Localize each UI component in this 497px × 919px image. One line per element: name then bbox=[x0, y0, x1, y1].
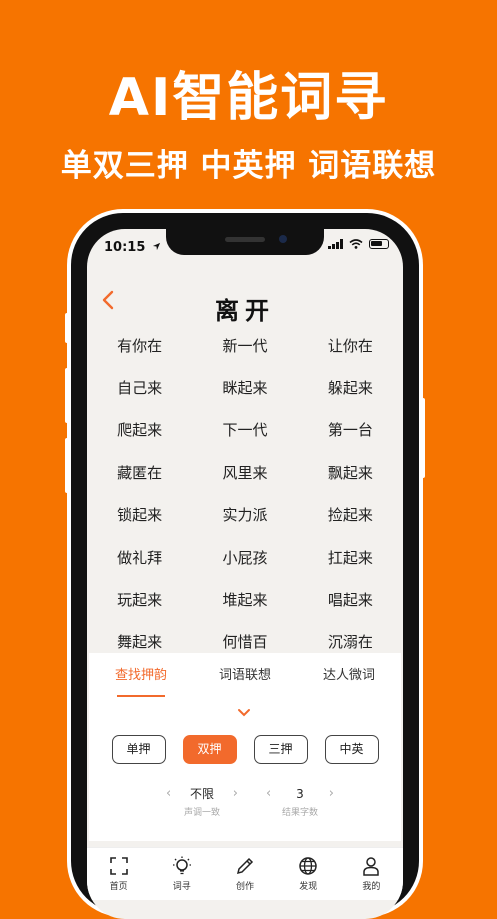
nav-discover[interactable]: 发现 bbox=[277, 848, 340, 900]
battery-icon bbox=[369, 239, 389, 249]
results-grid: 有你在 新一代 让你在 自己来 眯起来 躲起来 爬起来 下一代 第一台 藏匿在 … bbox=[87, 324, 403, 663]
tab-expert-words[interactable]: 达人微词 bbox=[297, 653, 401, 699]
result-word[interactable]: 第一台 bbox=[298, 419, 403, 440]
result-word[interactable]: 自己来 bbox=[87, 377, 192, 398]
result-word[interactable]: 下一代 bbox=[192, 419, 297, 440]
tone-value: 不限 bbox=[189, 787, 214, 801]
bottom-nav: 首页 词寻 创作 发现 我的 bbox=[87, 847, 403, 900]
result-word[interactable]: 玩起来 bbox=[87, 589, 192, 610]
result-word[interactable]: 让你在 bbox=[298, 335, 403, 356]
result-word[interactable]: 做礼拜 bbox=[87, 547, 192, 568]
phone-mute-button bbox=[65, 313, 70, 343]
nav-label: 词寻 bbox=[172, 882, 191, 892]
phone-power-button bbox=[420, 398, 425, 478]
camera bbox=[279, 235, 287, 243]
globe-icon bbox=[299, 857, 317, 875]
tone-stepper: ‹ 不限 › 声调一致 bbox=[162, 785, 242, 818]
result-word[interactable]: 舞起来 bbox=[87, 631, 192, 652]
nav-profile[interactable]: 我的 bbox=[340, 848, 403, 900]
result-word[interactable]: 躲起来 bbox=[298, 377, 403, 398]
user-icon bbox=[363, 857, 380, 876]
tab-find-rhyme[interactable]: 查找押韵 bbox=[89, 653, 193, 699]
chinese-english-rhyme-button[interactable]: 中英 bbox=[324, 735, 379, 764]
chevron-left-icon[interactable]: ‹ bbox=[166, 785, 171, 803]
result-word[interactable]: 锁起来 bbox=[87, 504, 192, 525]
speaker bbox=[225, 237, 265, 242]
rhyme-mode-selector: 单押 双押 三押 中英 bbox=[89, 735, 401, 764]
result-word[interactable]: 爬起来 bbox=[87, 419, 192, 440]
chevron-right-icon[interactable]: › bbox=[233, 785, 238, 803]
result-word[interactable]: 沉溺在 bbox=[298, 631, 403, 652]
tone-label: 声调一致 bbox=[183, 808, 220, 818]
result-word[interactable]: 何惜百 bbox=[192, 631, 297, 652]
nav-search[interactable]: 词寻 bbox=[150, 848, 213, 900]
length-label: 结果字数 bbox=[281, 808, 318, 818]
nav-label: 发现 bbox=[299, 882, 318, 892]
result-word[interactable]: 眯起来 bbox=[192, 377, 297, 398]
result-word[interactable]: 扛起来 bbox=[298, 547, 403, 568]
pencil-icon bbox=[236, 857, 254, 875]
result-word[interactable]: 捡起来 bbox=[298, 504, 403, 525]
chevron-down-icon[interactable] bbox=[236, 707, 252, 719]
nav-label: 我的 bbox=[362, 882, 381, 892]
chevron-right-icon[interactable]: › bbox=[329, 785, 334, 803]
scan-icon bbox=[109, 857, 128, 875]
status-time: 10:15 bbox=[104, 240, 161, 255]
results-row: 玩起来 堆起来 唱起来 bbox=[87, 578, 403, 620]
results-row: 有你在 新一代 让你在 bbox=[87, 324, 403, 366]
result-word[interactable]: 有你在 bbox=[87, 335, 192, 356]
results-row: 爬起来 下一代 第一台 bbox=[87, 409, 403, 451]
double-rhyme-button[interactable]: 双押 bbox=[182, 735, 237, 764]
phone-volume-down-button bbox=[65, 438, 70, 493]
result-word[interactable]: 飘起来 bbox=[298, 462, 403, 483]
promo-subtitle: 单双三押 中英押 词语联想 bbox=[60, 148, 437, 184]
tab-bar: 查找押韵 词语联想 达人微词 bbox=[89, 653, 401, 699]
tab-word-association[interactable]: 词语联想 bbox=[193, 653, 297, 699]
result-word[interactable]: 实力派 bbox=[192, 504, 297, 525]
results-row: 锁起来 实力派 捡起来 bbox=[87, 494, 403, 536]
wifi-icon bbox=[349, 239, 363, 249]
single-rhyme-button[interactable]: 单押 bbox=[111, 735, 166, 764]
result-word[interactable]: 风里来 bbox=[192, 462, 297, 483]
results-row: 做礼拜 小屁孩 扛起来 bbox=[87, 536, 403, 578]
phone-frame: 10:15 离开 有你在 新一代 让你在 自己来 眯起来 躲起来 爬起来 下一代… bbox=[65, 213, 425, 919]
result-word[interactable]: 藏匿在 bbox=[87, 462, 192, 483]
result-word[interactable]: 新一代 bbox=[192, 335, 297, 356]
results-row: 藏匿在 风里来 飘起来 bbox=[87, 451, 403, 493]
result-word[interactable]: 唱起来 bbox=[298, 589, 403, 610]
signal-icon bbox=[328, 239, 343, 249]
app-screen: 10:15 离开 有你在 新一代 让你在 自己来 眯起来 躲起来 爬起来 下一代… bbox=[87, 229, 403, 919]
nav-home[interactable]: 首页 bbox=[87, 848, 150, 900]
search-panel: 查找押韵 词语联想 达人微词 单押 双押 三押 中英 ‹ 不限 › 声调一致 ‹… bbox=[89, 653, 401, 841]
chevron-left-icon[interactable]: ‹ bbox=[266, 785, 271, 803]
nav-label: 创作 bbox=[236, 882, 255, 892]
page-title: 离开 bbox=[215, 296, 275, 325]
nav-label: 首页 bbox=[109, 882, 128, 892]
promo-title: AI智能词寻 bbox=[108, 68, 389, 128]
result-word[interactable]: 小屁孩 bbox=[192, 547, 297, 568]
nav-create[interactable]: 创作 bbox=[213, 848, 276, 900]
notch bbox=[166, 229, 324, 255]
result-word[interactable]: 堆起来 bbox=[192, 589, 297, 610]
length-stepper: ‹ 3 › 结果字数 bbox=[260, 785, 340, 818]
status-icons bbox=[328, 239, 389, 249]
lightbulb-icon bbox=[172, 856, 191, 875]
triple-rhyme-button[interactable]: 三押 bbox=[253, 735, 308, 764]
results-row: 自己来 眯起来 躲起来 bbox=[87, 366, 403, 408]
phone-volume-up-button bbox=[65, 368, 70, 423]
location-arrow-icon bbox=[152, 242, 161, 251]
